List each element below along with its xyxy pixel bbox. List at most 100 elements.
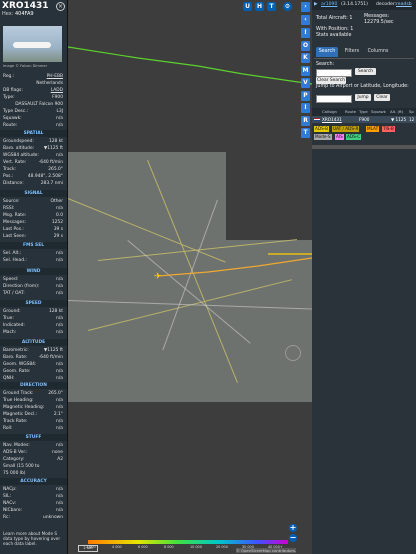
table-scrollbar[interactable]: [312, 145, 416, 149]
map-side-button-p[interactable]: P: [301, 90, 310, 101]
field-value: n/a: [56, 206, 63, 211]
field-label: Magnetic Heading:: [3, 405, 45, 410]
search-input[interactable]: [316, 69, 352, 77]
map-side-button-t[interactable]: T: [301, 128, 310, 138]
field-value: n/a: [56, 251, 63, 256]
map-attribution[interactable]: © OpenStreetMap contributors.: [236, 548, 297, 553]
field-label: NACp:: [3, 487, 17, 492]
details-row: Type Desc.: L3J: [3, 108, 63, 115]
decoder-link[interactable]: readsb: [396, 0, 412, 10]
details-row: Squawk: n/a: [3, 115, 63, 122]
col-speed[interactable]: Sp: [409, 108, 414, 116]
row-callsign[interactable]: XRO1431: [322, 116, 342, 123]
fms-row: Sel. Head.: n/a: [3, 257, 63, 264]
tab-columns[interactable]: Columns: [366, 47, 390, 57]
col-type[interactable]: Type: [359, 108, 368, 116]
compass-rose-icon: [285, 345, 301, 361]
map-side-button-k[interactable]: K: [301, 53, 310, 63]
field-value: 0.0: [56, 213, 63, 218]
zoom-in-button[interactable]: +: [289, 524, 297, 532]
map-button-h[interactable]: H: [255, 2, 264, 11]
signal-row: Source: Other: [3, 198, 63, 205]
section-signal: SIGNAL: [0, 190, 67, 197]
map-side-button-i[interactable]: I: [301, 103, 310, 113]
field-label: Route:: [3, 123, 18, 128]
field-value: none: [52, 450, 63, 455]
zoom-out-button[interactable]: −: [289, 534, 297, 542]
col-squawk[interactable]: Squawk: [371, 108, 386, 116]
field-value: 283.7 nmi: [40, 181, 63, 186]
collapse-left-icon[interactable]: ‹: [301, 15, 310, 25]
field-value: n/a: [56, 323, 63, 328]
aircraft-photo[interactable]: [3, 26, 62, 62]
table-header: Callsign Route Type Squawk Alt. (ft) Sp: [312, 108, 416, 116]
settings-gear-icon[interactable]: ⚙: [283, 2, 292, 11]
search-button[interactable]: Search: [355, 68, 376, 75]
tag-tisb: TIS-B: [382, 126, 395, 132]
field-value: DASSAULT Falcon 900: [15, 102, 63, 107]
field-label: Squawk:: [3, 116, 22, 121]
spatial-row: WGS84 altitude: n/a: [3, 152, 63, 159]
expand-right-icon[interactable]: ›: [301, 2, 310, 12]
map-view[interactable]: ✈ U H T ⚙: [68, 0, 312, 554]
map-button-u[interactable]: U: [243, 2, 252, 11]
clear-button[interactable]: Clear: [374, 94, 390, 101]
field-value: 48.948°, 2.508°: [27, 174, 63, 179]
section-fms: FMS SEL: [0, 242, 67, 249]
tab-search[interactable]: Search: [316, 47, 338, 57]
altitude-tick: 6 000: [138, 545, 148, 549]
field-value: n/a: [56, 443, 63, 448]
spatial-row: Track: 265.0°: [3, 166, 63, 173]
map-side-button-m[interactable]: M: [301, 65, 310, 76]
map-button-t[interactable]: T: [267, 2, 276, 11]
field-value: L3J: [56, 109, 63, 114]
altitude-tick: 4 000: [112, 545, 122, 549]
tag-adsc: ADS-C: [346, 134, 362, 140]
section-wind: WIND: [0, 268, 67, 275]
row-altitude: ▼ 1125: [391, 117, 407, 122]
signal-row: Msg. Rate: 0.0: [3, 212, 63, 219]
field-label: Distance:: [3, 181, 24, 186]
site-link[interactable]: ar1090: [321, 0, 337, 10]
field-value: 128 kt: [48, 309, 63, 314]
flight-track: [68, 46, 312, 277]
col-callsign[interactable]: Callsign: [322, 108, 337, 116]
signal-row: RSSI: n/a: [3, 205, 63, 212]
field-label: SIL:: [3, 494, 12, 499]
col-altitude[interactable]: Alt. (ft): [390, 108, 403, 116]
accuracy-row: SIL: n/a: [3, 493, 63, 500]
field-label: NICbaro:: [3, 508, 22, 513]
field-label: Reg.:: [3, 74, 15, 79]
clear-search-button[interactable]: Clear Search: [316, 77, 346, 84]
map-side-button-o[interactable]: O: [301, 40, 310, 51]
spatial-row: Vert. Rate: -640 ft/min: [3, 159, 63, 166]
field-value: -640 ft/min: [38, 355, 63, 360]
toggle-panel-icon[interactable]: ▶: [314, 0, 318, 10]
search-label: Search:: [316, 62, 335, 67]
altitude-color-scale: [88, 540, 288, 544]
altitude-row: Geom. WGS84: n/a: [3, 361, 63, 368]
field-value: F900: [52, 95, 63, 100]
tab-filters[interactable]: Filters: [342, 47, 362, 57]
map-side-button-r[interactable]: R: [301, 115, 310, 126]
field-value: n/a: [56, 116, 63, 121]
field-value: unknown: [43, 515, 63, 520]
table-row[interactable]: XRO1431 F900 ▼ 1125 12: [312, 116, 416, 123]
jump-input[interactable]: [316, 95, 352, 103]
stuff-row: 75 000 lb): [3, 470, 63, 477]
field-value: n/a: [56, 419, 63, 424]
field-value: n/a: [56, 494, 63, 499]
col-route[interactable]: Route: [345, 108, 356, 116]
speed-row: Mach: n/a: [3, 329, 63, 336]
field-value: n/a: [56, 487, 63, 492]
map-side-button-v[interactable]: V: [301, 78, 310, 88]
map-side-button-i[interactable]: I: [301, 28, 310, 38]
close-icon[interactable]: ×: [56, 2, 65, 11]
signal-row: Messages: 1252: [3, 219, 63, 226]
field-label: Small (15 500 to: [3, 464, 40, 469]
field-label: Mach:: [3, 330, 17, 335]
version-text: (3.14.1751): [341, 2, 368, 7]
spatial-row: Pos.: 48.948°, 2.508°: [3, 173, 63, 180]
aircraft-marker-icon[interactable]: ✈: [154, 272, 162, 282]
jump-button[interactable]: Jump: [355, 94, 371, 101]
